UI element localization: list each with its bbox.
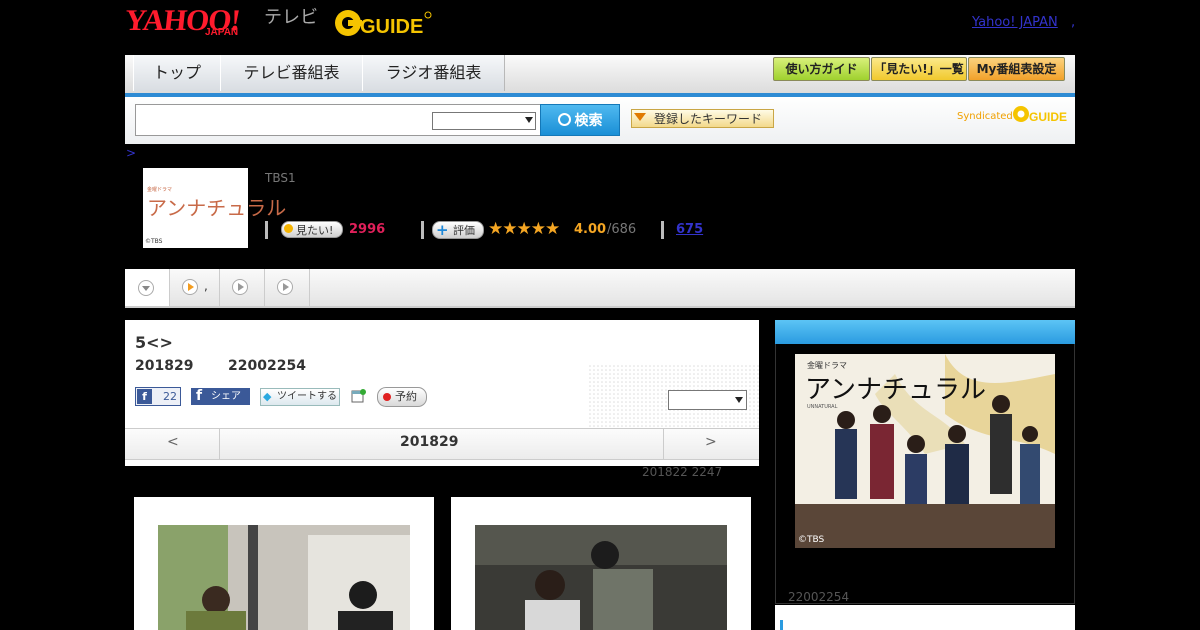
my-listings-settings-button[interactable]: My番組表設定 bbox=[968, 57, 1065, 81]
episode-time: 22002254 bbox=[228, 358, 306, 374]
poster-copyright: ©TBS bbox=[798, 535, 825, 545]
syndicated-label: Syndicated bbox=[957, 111, 1013, 122]
chevron-down-icon bbox=[525, 117, 533, 123]
tab-radio-listings[interactable]: ラジオ番組表 bbox=[362, 55, 505, 91]
facebook-icon: f bbox=[137, 389, 152, 404]
chevron-down-icon bbox=[138, 280, 154, 296]
episode-title: 5<> bbox=[135, 333, 173, 352]
scene-photo[interactable] bbox=[158, 525, 410, 630]
chevron-down-icon bbox=[735, 397, 743, 403]
sidebar-accent-bar bbox=[780, 620, 783, 630]
thumbnail-title: アンナチュラル bbox=[147, 196, 287, 220]
channel-name: TBS1 bbox=[265, 171, 296, 185]
usage-guide-button[interactable]: 使い方ガイド bbox=[773, 57, 870, 81]
episode-select[interactable] bbox=[668, 390, 747, 410]
star-rating: ★★★★★ bbox=[488, 219, 560, 239]
next-date-button[interactable]: > bbox=[705, 434, 717, 450]
mitai-count: 2996 bbox=[349, 222, 386, 237]
photo-card[interactable] bbox=[451, 497, 751, 630]
rating-value: 4.00 bbox=[574, 222, 607, 237]
divider bbox=[265, 221, 268, 239]
link-separator: , bbox=[1071, 15, 1076, 30]
subtab-4[interactable] bbox=[265, 269, 310, 306]
yahoo-japan-logo-text: JAPAN bbox=[205, 27, 239, 38]
main-nav: トップ テレビ番組表 ラジオ番組表 使い方ガイド 「見たい!」一覧 My番組表設… bbox=[125, 55, 1075, 97]
play-icon bbox=[232, 279, 248, 295]
breadcrumb[interactable]: > bbox=[126, 146, 136, 160]
episode-date: 201829 bbox=[135, 358, 194, 374]
thumbnail-copyright: ©TBS bbox=[145, 238, 163, 245]
syndicated-gguide-logo: GUIDE bbox=[1012, 103, 1068, 125]
current-date: 201829 bbox=[400, 434, 459, 450]
subtab-2[interactable]: , bbox=[170, 269, 220, 306]
yahoo-japan-link[interactable]: Yahoo! JAPAN bbox=[972, 15, 1058, 30]
gguide-logo[interactable]: GUIDE bbox=[334, 5, 432, 41]
gguide-logo-text: GUIDE bbox=[360, 16, 423, 38]
sidebar-time: 22002254 bbox=[788, 590, 850, 604]
poster-english-title: UNNATURAL bbox=[807, 404, 838, 410]
mitai-list-button[interactable]: 「見たい!」一覧 bbox=[871, 57, 967, 81]
syndicated-logo-text: GUIDE bbox=[1029, 110, 1067, 124]
poster-subtitle: 金曜ドラマ bbox=[807, 360, 847, 370]
play-icon bbox=[277, 279, 293, 295]
photo-card[interactable] bbox=[134, 497, 434, 630]
prev-date-button[interactable]: < bbox=[167, 434, 179, 450]
play-icon bbox=[182, 279, 198, 295]
plus-icon bbox=[284, 224, 293, 233]
tv-label[interactable]: テレビ bbox=[264, 7, 318, 29]
sidebar-bottom-box bbox=[775, 605, 1075, 630]
twitter-bird-icon: ◆ bbox=[263, 390, 272, 403]
update-timestamp: 201822 2247 bbox=[642, 465, 723, 479]
facebook-icon: f bbox=[196, 388, 203, 404]
registered-keywords-button[interactable]: 登録したキーワード bbox=[631, 109, 774, 128]
divider bbox=[661, 221, 664, 239]
tweet-button[interactable]: ツイートする bbox=[260, 388, 340, 406]
program-subtabs: , bbox=[125, 269, 1075, 308]
arrow-down-icon bbox=[634, 113, 646, 121]
scene-photo[interactable] bbox=[475, 525, 727, 630]
search-category-select[interactable] bbox=[432, 112, 536, 130]
poster-title: アンナチュラル bbox=[805, 375, 986, 405]
calendar-add-icon[interactable] bbox=[351, 388, 366, 403]
tab-tv-listings[interactable]: テレビ番組表 bbox=[220, 55, 363, 91]
program-poster[interactable]: 金曜ドラマ アンナチュラル UNNATURAL ©TBS bbox=[795, 354, 1055, 548]
tab-top[interactable]: トップ bbox=[133, 55, 221, 91]
search-icon bbox=[557, 113, 571, 126]
review-count-link[interactable]: 675 bbox=[676, 222, 703, 237]
search-button-label: 検索 bbox=[574, 113, 603, 129]
subtab-2-label: , bbox=[204, 279, 208, 293]
divider bbox=[421, 221, 424, 239]
subtab-3[interactable] bbox=[220, 269, 265, 306]
record-icon bbox=[383, 393, 391, 401]
rating-count: /686 bbox=[607, 222, 637, 237]
plus-icon: + bbox=[436, 221, 449, 239]
subtab-1[interactable] bbox=[125, 269, 170, 306]
sidebar-header bbox=[775, 320, 1075, 344]
search-button[interactable]: 検索 bbox=[540, 104, 620, 136]
